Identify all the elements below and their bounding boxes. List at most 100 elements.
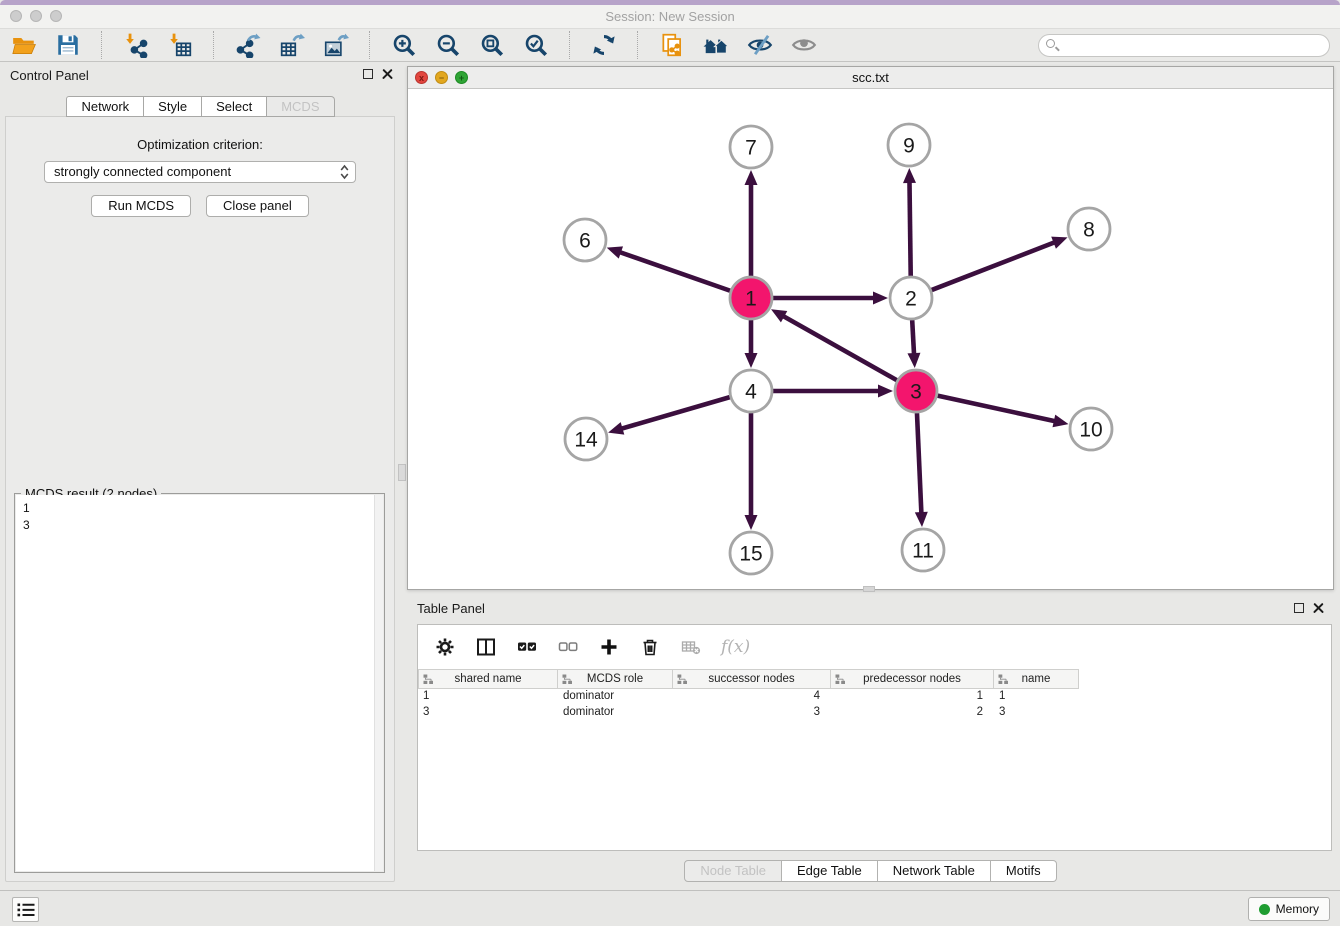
close-table-panel-icon[interactable]: [1313, 602, 1324, 613]
cell-name[interactable]: 3: [994, 705, 1079, 721]
float-table-panel-icon[interactable]: [1294, 603, 1304, 613]
select-all-icon[interactable]: [516, 636, 538, 658]
refresh-view-icon[interactable]: [590, 32, 617, 59]
mcds-result-group: MCDS result (2 nodes) 13: [14, 493, 385, 873]
dropdown-stepper-icon: [340, 164, 349, 186]
tab-style[interactable]: Style: [144, 96, 202, 117]
edge-2-3[interactable]: [912, 320, 914, 355]
edge-2-8[interactable]: [932, 242, 1056, 290]
resize-handle[interactable]: [863, 586, 875, 592]
add-column-icon[interactable]: [598, 636, 620, 658]
edge-3-1[interactable]: [782, 316, 896, 381]
cell-mcds-role[interactable]: dominator: [558, 705, 673, 721]
node-label-3: 3: [910, 381, 922, 404]
column-header-successor-nodes[interactable]: successor nodes: [673, 669, 831, 689]
column-header-predecessor-nodes[interactable]: predecessor nodes: [831, 669, 994, 689]
toolbar-separator: [213, 31, 214, 59]
open-session-icon[interactable]: [10, 32, 37, 59]
control-panel-header: Control Panel: [0, 62, 401, 88]
show-hidden-icon[interactable]: [790, 32, 817, 59]
toolbar-separator: [637, 31, 638, 59]
cell-predecessor-nodes[interactable]: 1: [831, 689, 994, 705]
node-label-9: 9: [903, 135, 915, 158]
titlebar[interactable]: Session: New Session: [0, 5, 1340, 28]
export-table-icon[interactable]: [278, 32, 305, 59]
arrowhead-1-2: [873, 292, 888, 305]
optimization-criterion-label: Optimization criterion:: [6, 137, 394, 152]
memory-label: Memory: [1276, 902, 1319, 916]
memory-status-icon: [1259, 904, 1270, 915]
mcds-result-item[interactable]: 1: [16, 495, 383, 517]
tab-network-table[interactable]: Network Table: [878, 860, 991, 882]
export-network-icon[interactable]: [234, 32, 261, 59]
edge-3-11[interactable]: [917, 413, 921, 514]
import-table-icon[interactable]: [166, 32, 193, 59]
deselect-all-icon[interactable]: [557, 636, 579, 658]
export-image-icon[interactable]: [322, 32, 349, 59]
float-panel-icon[interactable]: [363, 69, 373, 79]
table-row[interactable]: 3dominator323: [418, 705, 1331, 721]
edge-2-9[interactable]: [909, 181, 910, 276]
close-panel-button[interactable]: Close panel: [206, 195, 309, 217]
search-input[interactable]: [1038, 34, 1330, 57]
status-bar: Memory: [0, 890, 1340, 926]
table-panel-tabs: Node TableEdge TableNetwork TableMotifs: [407, 860, 1334, 882]
mcds-result-item[interactable]: 3: [16, 517, 383, 534]
table-toolbar: f(x): [418, 625, 1331, 669]
duplicate-network-icon[interactable]: [658, 32, 685, 59]
delete-column-icon[interactable]: [639, 636, 661, 658]
mcds-result-list[interactable]: 13: [16, 495, 383, 871]
column-header-mcds-role[interactable]: MCDS role: [558, 669, 673, 689]
network-canvas[interactable]: 7968124314101511: [408, 89, 1333, 589]
tab-motifs[interactable]: Motifs: [991, 860, 1057, 882]
zoom-selected-icon[interactable]: [522, 32, 549, 59]
toolbar-separator: [101, 31, 102, 59]
cell-name[interactable]: 1: [994, 689, 1079, 705]
zoom-fit-icon[interactable]: [478, 32, 505, 59]
node-table-body: 1dominator4113dominator323: [418, 689, 1331, 721]
task-history-button[interactable]: [12, 897, 39, 922]
tab-edge-table[interactable]: Edge Table: [782, 860, 878, 882]
run-mcds-button[interactable]: Run MCDS: [91, 195, 191, 217]
edge-4-14[interactable]: [621, 397, 730, 429]
zoom-out-icon[interactable]: [434, 32, 461, 59]
hide-selected-icon[interactable]: [746, 32, 773, 59]
cell-successor-nodes[interactable]: 3: [673, 705, 831, 721]
column-header-name[interactable]: name: [994, 669, 1079, 689]
table-panel: Table Panel: [407, 597, 1334, 890]
table-row[interactable]: 1dominator411: [418, 689, 1331, 705]
node-label-11: 11: [912, 540, 934, 563]
arrowhead-4-15: [745, 515, 758, 530]
edge-3-10[interactable]: [937, 396, 1055, 422]
node-label-4: 4: [745, 381, 757, 404]
cell-shared-name[interactable]: 1: [418, 689, 558, 705]
network-window-title: scc.txt: [408, 70, 1333, 85]
cell-shared-name[interactable]: 3: [418, 705, 558, 721]
cell-predecessor-nodes[interactable]: 2: [831, 705, 994, 721]
tab-network[interactable]: Network: [66, 96, 144, 117]
import-network-icon[interactable]: [122, 32, 149, 59]
first-neighbors-icon[interactable]: [702, 32, 729, 59]
save-session-icon[interactable]: [54, 32, 81, 59]
tab-select[interactable]: Select: [202, 96, 267, 117]
network-graph: 7968124314101511: [408, 89, 1333, 590]
arrowhead-2-9: [903, 168, 916, 183]
cell-successor-nodes[interactable]: 4: [673, 689, 831, 705]
tab-mcds[interactable]: MCDS: [267, 96, 334, 117]
network-window-titlebar[interactable]: x−+ scc.txt: [408, 67, 1333, 89]
edge-1-6[interactable]: [619, 252, 730, 291]
splitter-handle[interactable]: [398, 464, 406, 481]
memory-button[interactable]: Memory: [1248, 897, 1330, 921]
delete-table-icon: [680, 636, 702, 658]
arrowhead-3-10: [1052, 415, 1068, 428]
table-options-icon[interactable]: [434, 636, 456, 658]
result-scrollbar[interactable]: [374, 495, 383, 871]
column-header-shared-name[interactable]: shared name: [418, 669, 558, 689]
cell-mcds-role[interactable]: dominator: [558, 689, 673, 705]
tab-node-table[interactable]: Node Table: [684, 860, 782, 882]
zoom-in-icon[interactable]: [390, 32, 417, 59]
column-layout-icon[interactable]: [475, 636, 497, 658]
criterion-dropdown[interactable]: strongly connected component: [44, 161, 356, 183]
close-panel-icon[interactable]: [382, 68, 393, 79]
arrowhead-4-14: [608, 422, 624, 434]
